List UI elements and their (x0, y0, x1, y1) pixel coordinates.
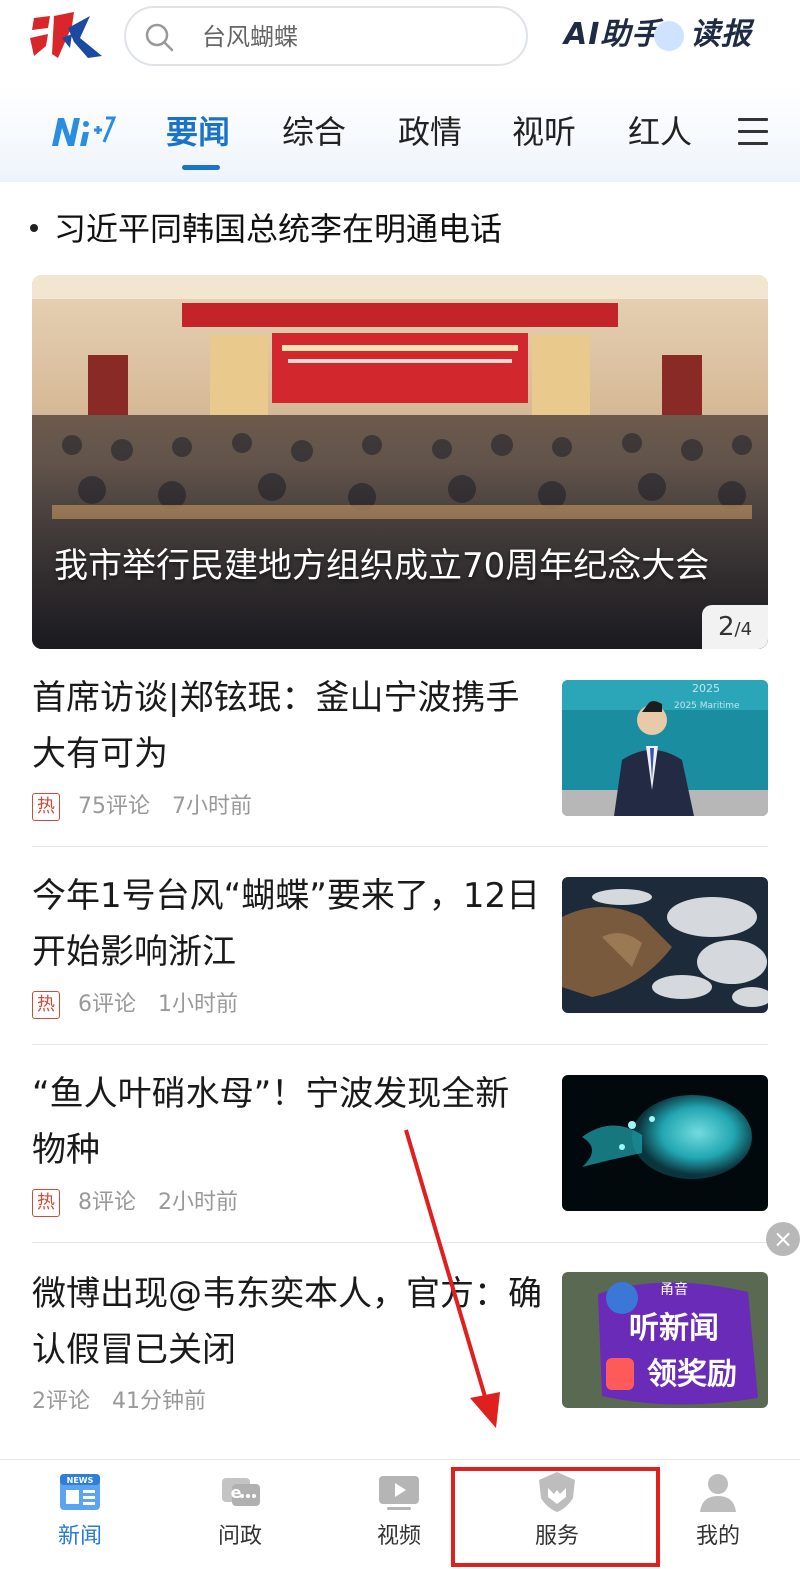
news-icon: NEWS (60, 1474, 100, 1510)
news-item-title[interactable]: 今年1号台风“蝴蝶”要来了，12日开始影响浙江 (32, 868, 542, 980)
news-item-thumbnail[interactable]: 2025 2025 Maritime (562, 680, 768, 816)
news-item-thumbnail[interactable] (562, 1075, 768, 1211)
news-item-comments: 8评论 (78, 1190, 136, 1215)
tab-zonghe[interactable]: 综合 (282, 110, 346, 154)
thumb-text: 2025 (692, 682, 720, 695)
thumb-text: 2025 Maritime (674, 701, 740, 711)
svg-text:NEWS: NEWS (67, 1476, 94, 1485)
ai-helper-badge-icon (654, 20, 685, 51)
news-divider (32, 846, 768, 847)
promo-line: 领奖励 (647, 1357, 737, 1392)
nav-label: 问政 (217, 1524, 262, 1549)
tab-zhengqing[interactable]: 政情 (398, 110, 462, 154)
nav-ask-gov[interactable]: e 问政 (180, 1466, 300, 1562)
news-item-comments: 6评论 (78, 992, 136, 1017)
search-icon (145, 23, 174, 52)
tab-yaowen[interactable]: 要闻 (166, 110, 230, 154)
news-item-meta: 热 75评论 7小时前 (32, 792, 252, 822)
top-headline[interactable]: 习近平同韩国总统李在明通电话 (30, 207, 502, 251)
hot-badge: 热 (32, 1189, 60, 1217)
channel-menu-icon[interactable] (738, 118, 768, 146)
promo-image: 甬音 听新闻 领奖励 (562, 1272, 768, 1408)
news-item-thumbnail[interactable] (562, 877, 768, 1013)
nav-label: 视频 (376, 1524, 421, 1549)
nav-news[interactable]: NEWS 新闻 (20, 1466, 140, 1562)
news-item-comments: 75评论 (78, 794, 150, 819)
news-item-meta: 2评论 41分钟前 (32, 1387, 206, 1417)
banner-page-total: /4 (734, 619, 753, 640)
ad-thumbnail[interactable]: 甬音 听新闻 领奖励 (562, 1272, 768, 1408)
promo-brand: 甬音 (660, 1281, 688, 1298)
banner-page-indicator: 2/4 (702, 605, 768, 649)
nav-label: 新闻 (57, 1524, 102, 1549)
bullet-dot (30, 224, 38, 232)
news-item-meta: 热 6评论 1小时前 (32, 990, 238, 1020)
annotation-highlight-box (451, 1467, 660, 1567)
read-paper-button[interactable]: 读报 (690, 14, 752, 56)
tab-active-indicator (182, 165, 220, 170)
ai-helper-label: AI助手 (564, 17, 663, 52)
jellyfish-image (562, 1075, 768, 1211)
app-logo-icon[interactable] (28, 8, 108, 64)
news-divider (32, 1242, 768, 1243)
news-item-meta: 热 8评论 2小时前 (32, 1188, 238, 1218)
nav-video[interactable]: 视频 (339, 1466, 459, 1562)
news-item-title[interactable]: 首席访谈|郑铉珉：釜山宁波携手大有可为 (32, 670, 542, 782)
nav-profile[interactable]: 我的 (658, 1466, 778, 1562)
app-header: 台风蝴蝶 AI助手 读报 (0, 0, 800, 86)
satellite-image (562, 877, 768, 1013)
profile-icon (700, 1474, 736, 1512)
news-item-time: 41分钟前 (112, 1389, 206, 1414)
ask-gov-icon: e (222, 1478, 260, 1506)
banner-image (32, 275, 768, 649)
news-divider (32, 1044, 768, 1045)
tab-shiting[interactable]: 视听 (512, 110, 576, 154)
search-placeholder: 台风蝴蝶 (202, 23, 298, 51)
news-item-time: 2小时前 (158, 1190, 238, 1215)
ai-helper-button[interactable]: AI助手 (564, 14, 685, 56)
hot-badge: 热 (32, 793, 60, 821)
banner-caption: 我市举行民建地方组织成立70周年纪念大会 (54, 546, 710, 586)
banner-page-current: 2 (717, 612, 735, 642)
video-icon (379, 1476, 419, 1510)
banner-carousel[interactable] (32, 275, 768, 649)
top-headline-text: 习近平同韩国总统李在明通电话 (54, 210, 503, 248)
hot-badge: 热 (32, 991, 60, 1019)
news-item-title[interactable]: 微博出现@韦东奕本人，官方：确认假冒已关闭 (32, 1266, 542, 1378)
news-item-title[interactable]: “鱼人叶硝水母”！宁波发现全新物种 (32, 1066, 542, 1178)
close-ad-button[interactable]: × (766, 1222, 800, 1256)
interview-image: 2025 2025 Maritime (562, 680, 768, 816)
tab-hongren[interactable]: 红人 (628, 110, 692, 154)
search-input[interactable]: 台风蝴蝶 (124, 6, 528, 66)
news-item-comments: 2评论 (32, 1389, 90, 1414)
svg-text:e: e (231, 1483, 242, 1502)
tab-ni-logo-icon[interactable] (48, 112, 118, 152)
news-item-time: 1小时前 (158, 992, 238, 1017)
promo-line: 听新闻 (629, 1311, 719, 1346)
news-item-time: 7小时前 (172, 794, 252, 819)
nav-label: 我的 (695, 1524, 740, 1549)
